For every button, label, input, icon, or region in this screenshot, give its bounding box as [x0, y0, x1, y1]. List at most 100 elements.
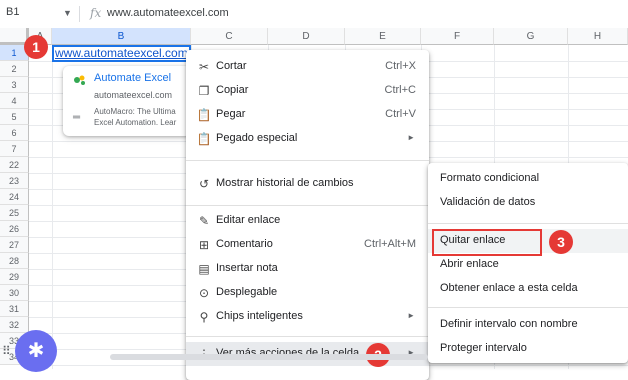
menu-item-show-history[interactable]: ↺ Mostrar historial de cambios — [186, 172, 429, 196]
row-header[interactable]: 22 — [0, 157, 29, 173]
menu-item-label: Insertar nota — [216, 262, 278, 274]
card-title[interactable]: Automate Excel — [94, 72, 171, 84]
submenu-item-protect-range[interactable]: Proteger intervalo — [428, 337, 628, 361]
column-header-h[interactable]: H — [568, 28, 628, 45]
menu-item-label: Pegado especial — [216, 132, 298, 144]
description-icon: ═ — [73, 112, 81, 123]
menu-item-label: Desplegable — [216, 286, 278, 298]
sparkle-icon: ✱ — [27, 340, 45, 362]
menu-item-label: Copiar — [216, 84, 249, 96]
menu-item-copy[interactable]: ❐ Copiar Ctrl+C — [186, 79, 429, 103]
row-header[interactable]: 31 — [0, 301, 29, 317]
menu-item-label: Comentario — [216, 238, 273, 250]
column-header-b[interactable]: B — [52, 28, 191, 45]
submenu-item-label: Definir intervalo con nombre — [440, 318, 578, 330]
history-icon: ↺ — [198, 177, 210, 191]
apps-grid-icon[interactable]: ⠿ — [2, 344, 11, 358]
submenu-item-data-validation[interactable]: Validación de datos — [428, 191, 628, 215]
fx-icon: fx — [90, 6, 102, 20]
horizontal-scrollbar[interactable] — [110, 354, 428, 360]
menu-item-dropdown[interactable]: ⊙ Desplegable — [186, 281, 429, 305]
card-description: AutoMacro: The Ultima Excel Automation. … — [94, 106, 191, 128]
menu-item-comment[interactable]: ⊞ Comentario Ctrl+Alt+M — [186, 233, 429, 257]
column-header-e[interactable]: E — [345, 28, 421, 45]
menu-shortcut: Ctrl+V — [385, 108, 416, 120]
note-icon: ▤ — [198, 262, 210, 276]
smart-chip-icon: ⚲ — [199, 310, 209, 324]
row-header[interactable]: 6 — [0, 125, 29, 141]
pencil-icon: ✎ — [198, 214, 210, 228]
menu-item-paste-special[interactable]: 📋 Pegado especial ► — [186, 127, 429, 151]
menu-divider — [428, 223, 628, 224]
link-preview-card[interactable]: Automate Excel automateexcel.com ═ AutoM… — [63, 66, 191, 136]
row-header[interactable]: 28 — [0, 253, 29, 269]
card-domain: automateexcel.com — [94, 90, 173, 100]
menu-divider — [186, 336, 429, 337]
menu-item-label: Pegar — [216, 108, 246, 120]
column-header-c[interactable]: C — [191, 28, 268, 45]
menu-item-insert-note[interactable]: ▤ Insertar nota — [186, 257, 429, 281]
step-badge-3: 3 — [549, 230, 573, 254]
context-menu: ✂ Cortar Ctrl+X ❐ Copiar Ctrl+C 📋 Pegar … — [186, 50, 429, 380]
formula-input[interactable]: www.automateexcel.com — [107, 7, 229, 19]
cell-b1-link[interactable]: www.automateexcel.com — [55, 46, 188, 60]
menu-item-label: Editar enlace — [216, 214, 281, 226]
menu-shortcut: Ctrl+C — [384, 84, 416, 96]
highlight-box — [432, 229, 542, 256]
menu-divider — [186, 160, 429, 161]
menu-item-label: Chips inteligentes — [216, 310, 303, 322]
submenu-item-label: Obtener enlace a esta celda — [440, 282, 578, 294]
chevron-down-icon[interactable]: ▼ — [63, 8, 72, 18]
clipboard-icon: 📋 — [196, 132, 212, 146]
automate-excel-logo-icon — [74, 75, 85, 85]
submenu-item-label: Abrir enlace — [440, 258, 499, 270]
copy-icon: ❐ — [198, 84, 210, 98]
menu-item-cut[interactable]: ✂ Cortar Ctrl+X — [186, 55, 429, 79]
row-header[interactable]: 3 — [0, 77, 29, 93]
row-header[interactable]: 32 — [0, 317, 29, 333]
row-header[interactable]: 30 — [0, 285, 29, 301]
cell-actions-submenu: Formato condicional Validación de datos … — [428, 163, 628, 363]
row-header[interactable]: 26 — [0, 221, 29, 237]
menu-item-paste[interactable]: 📋 Pegar Ctrl+V — [186, 103, 429, 127]
clipboard-icon: 📋 — [196, 108, 212, 122]
column-header-d[interactable]: D — [268, 28, 345, 45]
submenu-item-define-named-range[interactable]: Definir intervalo con nombre — [428, 313, 628, 337]
column-header-g[interactable]: G — [494, 28, 568, 45]
row-header[interactable]: 4 — [0, 93, 29, 109]
step-badge-1: 1 — [24, 35, 48, 59]
menu-shortcut: Ctrl+Alt+M — [364, 238, 416, 250]
submenu-item-conditional-format[interactable]: Formato condicional — [428, 167, 628, 191]
row-header[interactable]: 27 — [0, 237, 29, 253]
divider — [79, 6, 80, 22]
row-header[interactable]: 2 — [0, 61, 29, 77]
card-description-line: Excel Automation. Lear — [94, 118, 177, 127]
submenu-item-get-link[interactable]: Obtener enlace a esta celda — [428, 277, 628, 301]
menu-item-smart-chips[interactable]: ⚲ Chips inteligentes ► — [186, 305, 429, 329]
row-header[interactable]: 7 — [0, 141, 29, 157]
row-header[interactable]: 29 — [0, 269, 29, 285]
menu-item-label: Mostrar historial de cambios — [216, 177, 354, 189]
row-header[interactable]: 25 — [0, 205, 29, 221]
submenu-item-label: Proteger intervalo — [440, 342, 527, 354]
card-description-line: AutoMacro: The Ultima — [94, 107, 176, 116]
name-box[interactable]: B1 — [6, 6, 19, 18]
row-header[interactable]: 5 — [0, 109, 29, 125]
submenu-item-label: Validación de datos — [440, 196, 536, 208]
menu-shortcut: Ctrl+X — [385, 60, 416, 72]
submenu-item-open-link[interactable]: Abrir enlace — [428, 253, 628, 277]
row-header[interactable]: 23 — [0, 173, 29, 189]
chevron-right-icon: ► — [407, 311, 415, 320]
menu-divider — [428, 307, 628, 308]
assistant-fab-button[interactable]: ✱ — [15, 330, 57, 372]
menu-divider — [186, 205, 429, 206]
column-header-f[interactable]: F — [421, 28, 494, 45]
add-comment-icon: ⊞ — [198, 238, 210, 252]
formula-bar: B1 ▼ fx www.automateexcel.com — [0, 0, 628, 29]
menu-item-edit-link[interactable]: ✎ Editar enlace — [186, 209, 429, 233]
scissors-icon: ✂ — [198, 60, 210, 74]
gridline — [52, 45, 53, 369]
dropdown-circle-icon: ⊙ — [198, 286, 210, 300]
row-header[interactable]: 24 — [0, 189, 29, 205]
menu-item-label: Cortar — [216, 60, 247, 72]
